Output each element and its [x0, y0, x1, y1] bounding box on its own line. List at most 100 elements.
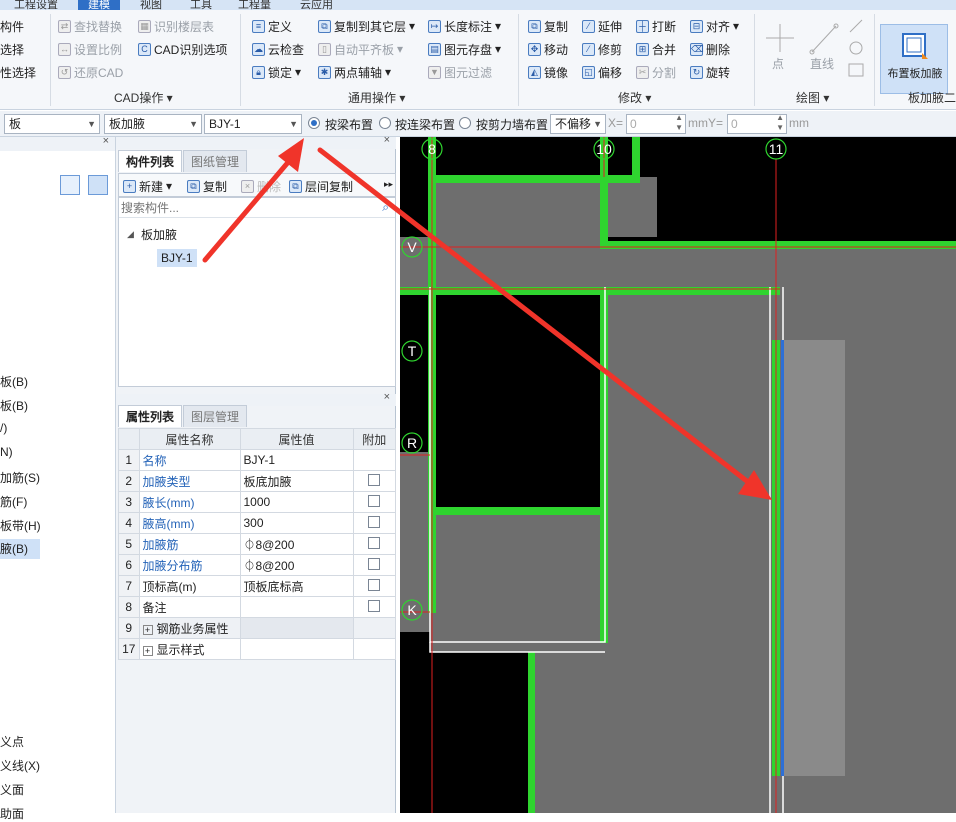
- close-icon[interactable]: ×: [384, 391, 390, 403]
- group-modify-label[interactable]: 修改 ▾: [618, 89, 651, 106]
- prop-value[interactable]: 300: [239, 512, 354, 534]
- delete-component-button[interactable]: × 删除: [241, 177, 281, 195]
- prop-value[interactable]: 板底加腋: [239, 470, 354, 492]
- menu-quantity[interactable]: 工程量: [238, 0, 271, 10]
- table-row[interactable]: 7 顶标高(m) 顶板底标高: [118, 575, 397, 597]
- prop-value[interactable]: 1000: [239, 491, 354, 513]
- draw-small-icons[interactable]: [846, 16, 866, 80]
- delete-button[interactable]: ⌫ 删除: [690, 40, 730, 58]
- ribbon-select[interactable]: 选择: [0, 40, 24, 58]
- find-replace-button[interactable]: ⇄ 查找替换: [58, 17, 122, 35]
- more-icon[interactable]: ▸▸: [384, 179, 393, 190]
- component-name-combo[interactable]: BJY-1 ▼: [204, 114, 302, 134]
- cad-identify-options-button[interactable]: C CAD识别选项: [138, 40, 227, 58]
- table-row[interactable]: 4 腋高(mm) 300: [118, 512, 397, 534]
- table-row[interactable]: 2 加腋类型 板底加腋: [118, 470, 397, 492]
- expand-icon[interactable]: +: [142, 624, 153, 635]
- tree-root-label[interactable]: 板加腋: [141, 226, 177, 243]
- table-row[interactable]: 1 名称 BJY-1: [118, 449, 397, 471]
- new-component-button[interactable]: + 新建 ▾: [123, 177, 172, 195]
- nav-item[interactable]: 板带(H): [0, 517, 41, 534]
- break-button[interactable]: ┼ 打断: [636, 17, 676, 35]
- nav-item-selected[interactable]: 腋(B): [0, 539, 40, 559]
- prop-value[interactable]: ⏀8@200: [239, 533, 354, 555]
- tree-view-icon[interactable]: [88, 175, 108, 195]
- attach-checkbox[interactable]: [368, 515, 381, 528]
- attach-checkbox[interactable]: [368, 557, 381, 570]
- menu-tools[interactable]: 工具: [190, 0, 212, 10]
- prop-value[interactable]: [239, 596, 354, 618]
- prop-value[interactable]: ⏀8@200: [239, 554, 354, 576]
- offset-combo[interactable]: 不偏移 ▼: [550, 114, 606, 134]
- attach-checkbox[interactable]: [368, 536, 381, 549]
- lock-button[interactable]: 🔒︎ 锁定 ▾: [252, 63, 301, 81]
- y-offset-input[interactable]: 0 ▲ ▼: [727, 113, 787, 134]
- table-row[interactable]: 3 腋长(mm) 1000: [118, 491, 397, 513]
- close-icon[interactable]: ×: [103, 135, 109, 147]
- split-button[interactable]: ✂ 分割: [636, 63, 676, 81]
- menu-modeling[interactable]: 建模: [78, 0, 120, 10]
- haunch-strip[interactable]: [783, 340, 845, 776]
- prop-value[interactable]: BJY-1: [239, 449, 354, 471]
- copy-to-floor-button[interactable]: ⧉ 复制到其它层 ▾: [318, 17, 415, 35]
- element-filter-button[interactable]: ▼ 图元过滤: [428, 63, 492, 81]
- table-row[interactable]: 8 备注: [118, 596, 397, 618]
- trim-button[interactable]: ⁄ 修剪: [582, 40, 622, 58]
- menu-project-settings[interactable]: 工程设置: [14, 0, 58, 10]
- tab-property-list[interactable]: 属性列表: [118, 405, 183, 427]
- mirror-button[interactable]: ◭ 镜像: [528, 63, 568, 81]
- floor-copy-button[interactable]: ⧉ 层间复制: [289, 177, 353, 195]
- menu-cloud[interactable]: 云应用: [300, 0, 333, 10]
- attach-checkbox[interactable]: [368, 578, 381, 591]
- extend-button[interactable]: ⁄ 延伸: [582, 17, 622, 35]
- copy-button[interactable]: ⧉ 复制: [528, 17, 568, 35]
- rotate-button[interactable]: ↻ 旋转: [690, 63, 730, 81]
- nav-item[interactable]: 加筋(S): [0, 469, 40, 486]
- floor-type-combo[interactable]: 板 ▼: [4, 114, 100, 134]
- two-point-axis-button[interactable]: ✱ 两点辅轴 ▾: [318, 63, 391, 81]
- tree-child-selected[interactable]: BJY-1: [157, 249, 197, 267]
- restore-cad-button[interactable]: ↺ 还原CAD: [58, 63, 123, 81]
- nav-item[interactable]: 板(B): [0, 397, 28, 414]
- cloud-check-button[interactable]: ☁ 云检查: [252, 40, 304, 58]
- offset-button[interactable]: ◱ 偏移: [582, 63, 622, 81]
- tab-drawing-management[interactable]: 图纸管理: [183, 150, 248, 172]
- nav-item[interactable]: /): [0, 421, 7, 435]
- menu-view[interactable]: 视图: [140, 0, 162, 10]
- group-cad-label[interactable]: CAD操作 ▾: [114, 89, 173, 106]
- by-beam-radio[interactable]: [308, 117, 320, 129]
- search-icon[interactable]: ⌕: [382, 200, 389, 215]
- element-save-button[interactable]: ▤ 图元存盘 ▾: [428, 40, 501, 58]
- nav-item[interactable]: N): [0, 445, 13, 459]
- set-scale-button[interactable]: ↔ 设置比例: [58, 40, 122, 58]
- nav-item[interactable]: 义点: [0, 733, 24, 750]
- ribbon-prop-select[interactable]: 性选择: [0, 63, 36, 81]
- close-icon[interactable]: ×: [384, 134, 390, 146]
- ribbon-component[interactable]: 构件: [0, 17, 24, 35]
- nav-item[interactable]: 义线(X): [0, 757, 40, 774]
- nav-item[interactable]: 义面: [0, 781, 24, 798]
- x-offset-input[interactable]: 0 ▲ ▼: [626, 113, 686, 134]
- merge-button[interactable]: ⊞ 合并: [636, 40, 676, 58]
- place-board-haunch-button[interactable]: 布置板加腋: [880, 24, 948, 94]
- nav-item[interactable]: 板(B): [0, 373, 28, 390]
- align-button[interactable]: ⊟ 对齐 ▾: [690, 17, 739, 35]
- search-component-input[interactable]: [119, 198, 395, 218]
- identify-floor-table-button[interactable]: ▦ 识别楼层表: [138, 17, 214, 35]
- list-view-icon[interactable]: [60, 175, 80, 195]
- table-row[interactable]: 5 加腋筋 ⏀8@200: [118, 533, 397, 555]
- move-button[interactable]: ✥ 移动: [528, 40, 568, 58]
- point-button[interactable]: 点: [772, 54, 784, 72]
- drawing-canvas[interactable]: 8 10 11 V T R K: [400, 137, 956, 813]
- attach-checkbox[interactable]: [368, 494, 381, 507]
- group-general-label[interactable]: 通用操作 ▾: [348, 89, 405, 106]
- expand-icon[interactable]: +: [142, 645, 153, 656]
- prop-value[interactable]: 顶板底标高: [239, 575, 354, 597]
- length-dimension-button[interactable]: ↦ 长度标注 ▾: [428, 17, 501, 35]
- component-type-combo[interactable]: 板加腋 ▼: [104, 114, 202, 134]
- table-row[interactable]: 9 + 钢筋业务属性: [118, 617, 397, 639]
- group-draw-label[interactable]: 绘图 ▾: [796, 89, 829, 106]
- attach-checkbox[interactable]: [368, 599, 381, 612]
- table-row[interactable]: 17 + 显示样式: [118, 638, 397, 660]
- tab-component-list[interactable]: 构件列表: [118, 150, 183, 172]
